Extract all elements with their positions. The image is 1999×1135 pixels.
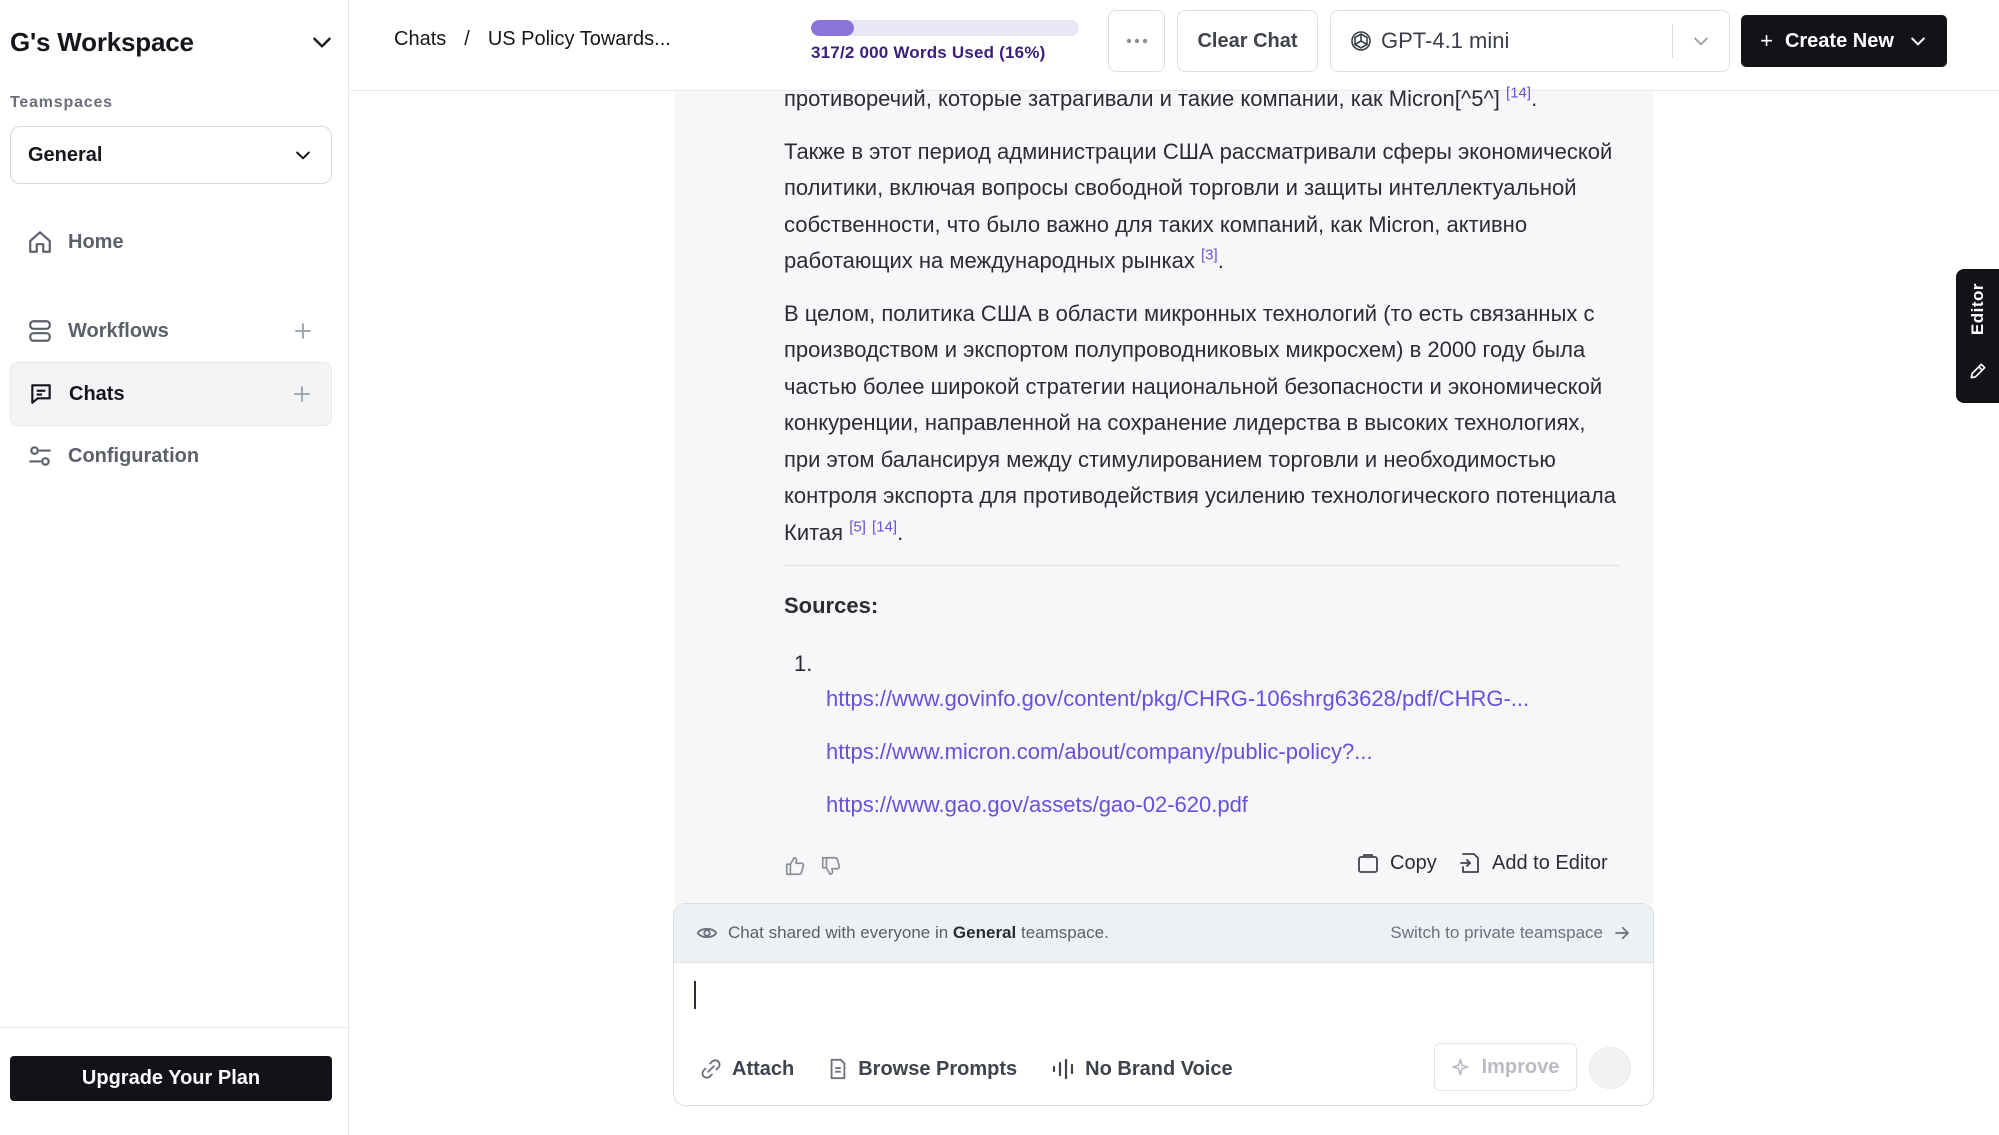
paragraph-text: Также в этот период администрации США ра… [784,138,1613,274]
attach-button[interactable]: Attach [700,1058,794,1081]
sidebar-item-configuration[interactable]: Configuration [10,424,332,488]
sidebar-item-workflows[interactable]: Workflows [10,299,332,363]
configuration-icon [26,442,54,470]
editor-panel-toggle[interactable]: Editor [1956,269,1999,403]
source-link[interactable]: https://www.micron.com/about/company/pub… [826,739,1373,765]
message-paragraph: В целом, политика США в области микронны… [784,300,1617,545]
citation-link[interactable]: [3] [1201,247,1218,264]
brand-voice-button[interactable]: No Brand Voice [1051,1057,1233,1081]
upgrade-plan-button[interactable]: Upgrade Your Plan [10,1056,332,1101]
teamspace-select[interactable]: General [10,126,332,184]
ellipsis-icon [1126,38,1147,44]
copy-label: Copy [1390,851,1437,874]
usage-progress-track [811,20,1079,36]
thumbs-up-icon[interactable] [784,855,806,877]
paperclip-icon [701,1059,721,1079]
usage-progress-fill [811,20,854,36]
add-to-editor-button[interactable]: Add to Editor [1458,851,1608,875]
create-new-label: Create New [1784,29,1894,52]
message-body: противоречий, которые затрагивали и таки… [784,81,1624,567]
chats-icon [27,380,55,408]
composer-toolbar: Attach Browse Prompts No Brand Voice Imp… [674,1033,1653,1105]
source-link[interactable]: https://www.gao.gov/assets/gao-02-620.pd… [826,792,1248,818]
arrow-right-icon [1615,926,1629,940]
thumbs-down-icon[interactable] [820,855,842,877]
share-suffix: teamspace. [1020,923,1109,942]
more-options-button[interactable] [1108,10,1165,72]
add-workflow-icon[interactable] [292,320,314,342]
teamspace-select-value: General [28,143,103,166]
feedback-buttons [784,855,842,877]
workflows-icon [26,317,54,345]
share-teamspace-name: General [952,923,1017,942]
copy-button[interactable]: Copy [1356,851,1437,875]
sidebar-item-label: Chats [69,382,125,405]
sidebar-item-chats[interactable]: Chats [10,362,332,426]
clipboard-icon [1358,854,1378,873]
sidebar: G's Workspace Teamspaces General Home Wo… [0,0,349,1135]
breadcrumb: Chats / US Policy Towards... [394,28,671,51]
citation-link[interactable]: [14] [1506,85,1531,102]
chevron-down-icon [296,151,310,160]
home-icon [26,228,54,256]
paragraph-text: В целом, политика США в области микронны… [784,300,1617,545]
sidebar-item-home[interactable]: Home [10,210,332,274]
model-select-value: GPT-4.1 mini [1381,28,1510,53]
improve-button[interactable]: Improve [1434,1043,1577,1091]
word-usage-meter: 317/2 000 Words Used (16%) [811,20,1081,63]
brand-voice-label: No Brand Voice [1085,1057,1233,1080]
pencil-icon [1970,363,1986,379]
top-bar: Chats / US Policy Towards... 317/2 000 W… [350,0,1999,91]
sidebar-item-label: Home [68,230,124,253]
create-new-button[interactable]: + Create New [1741,15,1947,67]
chevron-down-icon[interactable] [1673,10,1729,72]
sidebar-item-label: Configuration [68,444,200,467]
assistant-message: противоречий, которые затрагивали и таки… [674,86,1653,904]
share-prefix: Chat shared with everyone in [728,923,949,942]
breadcrumb-separator: / [464,28,470,50]
teamspaces-label: Teamspaces [10,94,113,111]
message-paragraph: Также в этот период администрации США ра… [784,138,1613,274]
eye-icon [696,927,718,939]
browse-prompts-label: Browse Prompts [858,1057,1018,1080]
openai-logo-icon [1351,31,1371,51]
chevron-down-icon [1911,37,1925,46]
editor-tab-label: Editor [1968,283,1987,336]
sidebar-divider [0,1027,349,1028]
clear-chat-button[interactable]: Clear Chat [1177,10,1318,72]
add-to-editor-label: Add to Editor [1492,851,1608,874]
chevron-down-icon [313,37,331,48]
usage-text: 317/2 000 Words Used (16%) [811,43,1046,62]
add-to-editor-icon [1460,853,1479,873]
sparkle-icon [1451,1058,1469,1076]
chat-composer: Chat shared with everyone in General tea… [673,903,1654,1106]
workspace-title: G's Workspace [10,26,194,57]
text-caret [694,981,696,1009]
sidebar-item-label: Workflows [68,319,169,342]
citation-link[interactable]: [14] [872,518,897,535]
sources-title: Sources: [784,593,879,618]
attach-label: Attach [732,1057,795,1080]
switch-label: Switch to private teamspace [1390,923,1603,942]
browse-prompts-button[interactable]: Browse Prompts [828,1058,1017,1081]
breadcrumb-chats-link[interactable]: Chats [394,28,446,51]
citation-link[interactable]: [5] [849,518,866,535]
source-link[interactable]: https://www.govinfo.gov/content/pkg/CHRG… [826,686,1529,712]
share-status-bar: Chat shared with everyone in General tea… [674,904,1653,963]
add-chat-icon[interactable] [291,383,313,405]
breadcrumb-current-chat: US Policy Towards... [487,28,671,50]
sound-bars-icon [1053,1058,1074,1080]
paragraph-text: противоречий, которые затрагивали и таки… [784,86,1500,111]
sources-divider [784,565,1620,566]
plus-icon: + [1760,28,1773,53]
model-select[interactable]: GPT-4.1 mini [1330,10,1730,72]
message-input[interactable] [674,963,1653,1033]
improve-label: Improve [1481,1055,1560,1078]
source-list-number: 1. [794,651,813,676]
document-icon [830,1058,846,1080]
send-button[interactable] [1589,1047,1631,1089]
workspace-switcher[interactable]: G's Workspace [10,24,335,60]
switch-private-teamspace-link[interactable]: Switch to private teamspace [1390,923,1631,943]
message-paragraph: противоречий, которые затрагивали и таки… [784,84,1538,111]
